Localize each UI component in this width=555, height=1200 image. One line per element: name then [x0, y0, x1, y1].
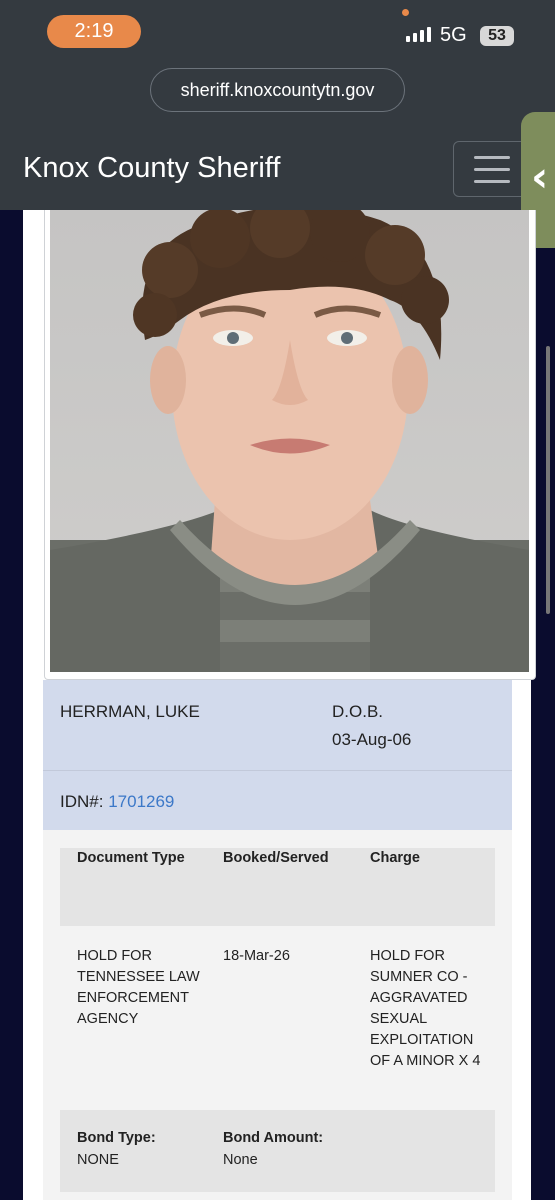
bond-type-value: NONE	[77, 1152, 119, 1168]
inmate-info: HERRMAN, LUKE D.O.B. 03-Aug-06	[43, 680, 512, 770]
top-chrome: 2:19 5G 53 sheriff.knoxcountytn.gov Knox…	[0, 0, 555, 210]
battery-icon: 53	[480, 26, 514, 46]
bond-amount-value: None	[223, 1152, 258, 1168]
idn-link[interactable]: 1701269	[108, 792, 174, 811]
page-scrollbar[interactable]	[546, 346, 550, 614]
menu-toggle-button[interactable]	[453, 141, 531, 197]
dob-value: 03-Aug-06	[332, 730, 412, 749]
cell-document-type: HOLD FOR TENNESSEE LAW ENFORCEMENT AGENC…	[77, 948, 200, 1027]
header-charge: Charge	[370, 850, 420, 866]
mugshot-illustration	[50, 210, 529, 672]
status-time: 2:19	[47, 15, 141, 48]
bond-amount-label: Bond Amount:	[223, 1130, 324, 1146]
idn-row: IDN#: 1701269	[43, 770, 512, 831]
mugshot-photo	[50, 210, 529, 672]
url-bar[interactable]: sheriff.knoxcountytn.gov	[150, 68, 405, 112]
cell-booked-served: 18-Mar-26	[223, 948, 290, 964]
cell-charge: HOLD FOR SUMNER CO - AGGRAVATED SEXUAL E…	[370, 948, 481, 1069]
idn-label: IDN#:	[60, 792, 104, 811]
photo-frame	[44, 210, 536, 680]
hamburger-icon-line	[474, 168, 510, 171]
header-booked-served: Booked/Served	[223, 850, 329, 866]
inmate-card: HERRMAN, LUKE D.O.B. 03-Aug-06 IDN#: 170…	[23, 210, 536, 1200]
chevron-left-icon: ‹	[531, 152, 549, 201]
site-title[interactable]: Knox County Sheriff	[23, 152, 280, 185]
hamburger-icon-line	[474, 180, 510, 183]
charges-table: Document Type Booked/Served Charge HOLD …	[43, 830, 512, 1200]
privacy-indicator-dot	[402, 9, 409, 16]
header-document-type: Document Type	[77, 850, 185, 866]
hamburger-icon	[474, 156, 510, 159]
idn: IDN#: 1701269	[60, 792, 174, 812]
network-type: 5G	[440, 24, 467, 46]
bond-row: Bond Type: NONE Bond Amount: None	[60, 1110, 495, 1192]
dob-label: D.O.B.	[332, 702, 384, 721]
signal-icon	[406, 27, 431, 42]
inmate-name: HERRMAN, LUKE	[60, 702, 200, 721]
bond-type-label: Bond Type:	[77, 1130, 156, 1146]
